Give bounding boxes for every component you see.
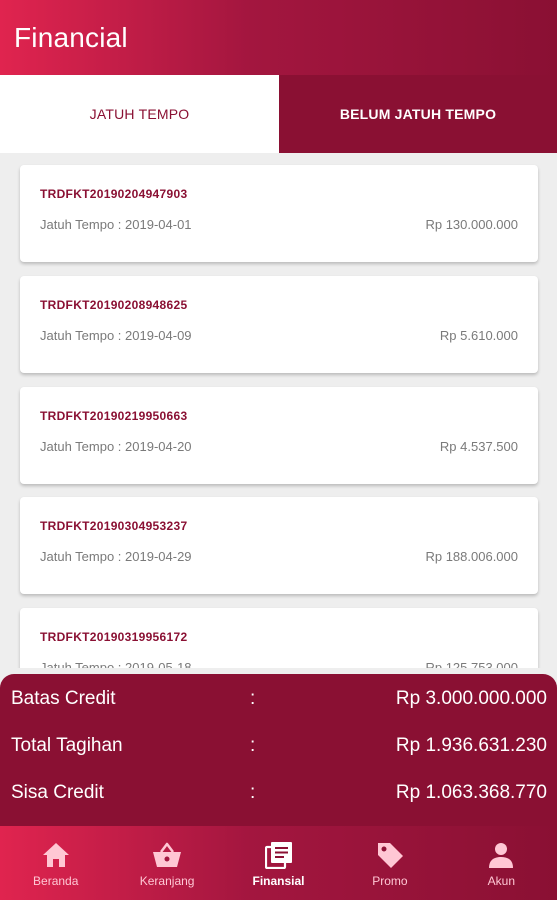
remaining-credit-row: Sisa Credit : Rp 1.063.368.770	[0, 782, 557, 812]
basket-icon	[152, 840, 182, 870]
nav-beranda-label: Beranda	[33, 874, 79, 888]
nav-beranda[interactable]: Beranda	[0, 826, 111, 900]
remaining-credit-value: Rp 1.063.368.770	[395, 782, 547, 803]
invoice-card[interactable]: TRDFKT20190219950663 Jatuh Tempo : 2019-…	[20, 387, 538, 484]
invoice-amount: Rp 5.610.000	[439, 328, 518, 343]
tag-icon	[375, 840, 405, 870]
credit-limit-row: Batas Credit : Rp 3.000.000.000	[0, 688, 557, 718]
document-list-icon	[264, 840, 294, 870]
separator: :	[250, 782, 256, 803]
total-bill-label: Total Tagihan	[11, 735, 123, 756]
invoice-amount: Rp 188.006.000	[425, 549, 518, 564]
person-icon	[486, 840, 516, 870]
bottom-navigation: Beranda Keranjang Finansial Promo Akun	[0, 826, 557, 900]
invoice-number: TRDFKT20190219950663	[40, 409, 188, 423]
nav-akun[interactable]: Akun	[446, 826, 557, 900]
tab-belum-jatuh-tempo[interactable]: BELUM JATUH TEMPO	[279, 75, 557, 153]
nav-keranjang[interactable]: Keranjang	[111, 826, 222, 900]
tab-jatuh-tempo[interactable]: JATUH TEMPO	[0, 75, 279, 153]
invoice-amount: Rp 130.000.000	[425, 217, 518, 232]
invoice-card[interactable]: TRDFKT20190319956172 Jatuh Tempo : 2019-…	[20, 608, 538, 668]
due-date: Jatuh Tempo : 2019-05-18	[40, 660, 192, 668]
credit-summary: Batas Credit : Rp 3.000.000.000 Total Ta…	[0, 674, 557, 826]
credit-limit-value: Rp 3.000.000.000	[395, 688, 547, 709]
invoice-card[interactable]: TRDFKT20190208948625 Jatuh Tempo : 2019-…	[20, 276, 538, 373]
app-bar: Financial	[0, 0, 557, 75]
nav-akun-label: Akun	[487, 874, 515, 888]
due-date: Jatuh Tempo : 2019-04-29	[40, 549, 192, 564]
remaining-credit-label: Sisa Credit	[11, 782, 104, 803]
home-icon	[41, 840, 71, 870]
invoice-card[interactable]: TRDFKT20190204947903 Jatuh Tempo : 2019-…	[20, 165, 538, 262]
tab-bar: JATUH TEMPO BELUM JATUH TEMPO	[0, 75, 557, 153]
invoice-number: TRDFKT20190204947903	[40, 187, 188, 201]
nav-finansial[interactable]: Finansial	[223, 826, 334, 900]
invoice-number: TRDFKT20190304953237	[40, 519, 188, 533]
nav-promo-label: Promo	[372, 874, 408, 888]
invoice-number: TRDFKT20190208948625	[40, 298, 188, 312]
page-title: Financial	[14, 22, 128, 53]
nav-keranjang-label: Keranjang	[139, 874, 195, 888]
nav-finansial-label: Finansial	[252, 874, 305, 888]
total-bill-row: Total Tagihan : Rp 1.936.631.230	[0, 735, 557, 765]
separator: :	[250, 735, 256, 756]
invoice-number: TRDFKT20190319956172	[40, 630, 188, 644]
due-date: Jatuh Tempo : 2019-04-01	[40, 217, 192, 232]
credit-limit-label: Batas Credit	[11, 688, 116, 709]
invoice-amount: Rp 4.537.500	[439, 439, 518, 454]
invoice-list[interactable]: TRDFKT20190204947903 Jatuh Tempo : 2019-…	[0, 153, 557, 668]
total-bill-value: Rp 1.936.631.230	[395, 735, 547, 756]
due-date: Jatuh Tempo : 2019-04-09	[40, 328, 192, 343]
invoice-amount: Rp 125.753.000	[425, 660, 518, 668]
due-date: Jatuh Tempo : 2019-04-20	[40, 439, 192, 454]
nav-promo[interactable]: Promo	[334, 826, 445, 900]
invoice-card[interactable]: TRDFKT20190304953237 Jatuh Tempo : 2019-…	[20, 497, 538, 594]
separator: :	[250, 688, 256, 709]
